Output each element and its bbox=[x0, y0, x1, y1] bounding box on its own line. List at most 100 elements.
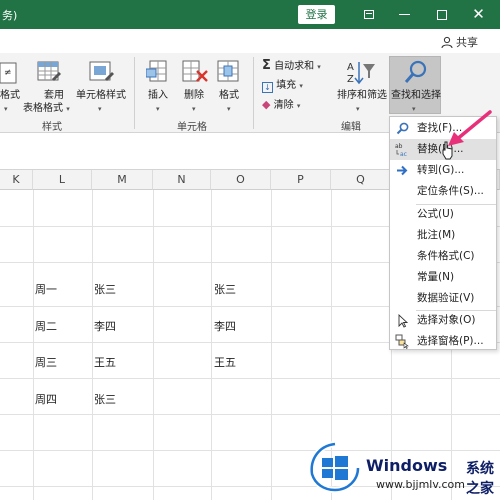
arrow-right-icon bbox=[397, 165, 408, 176]
menu-item-label: 批注(M) bbox=[417, 229, 456, 241]
chevron-down-icon: ▾ bbox=[192, 105, 196, 113]
menu-item-goto-special[interactable]: 定位条件(S)... bbox=[390, 181, 496, 202]
cell-L-row1[interactable]: 周一 bbox=[35, 281, 57, 297]
watermark-brand: Windows bbox=[366, 456, 448, 475]
cell-M-row2[interactable]: 李四 bbox=[94, 318, 116, 334]
close-button[interactable]: ✕ bbox=[462, 0, 495, 29]
chevron-down-icon: ▾ bbox=[156, 105, 160, 113]
table-format-line2: 表格格式 bbox=[23, 103, 63, 114]
minimize-icon bbox=[399, 13, 410, 16]
fill-label: 填充 bbox=[276, 80, 297, 91]
maximize-icon bbox=[436, 9, 447, 20]
format-cells-icon bbox=[217, 60, 239, 82]
sort-filter-icon: A Z bbox=[347, 62, 375, 85]
cursor-icon bbox=[398, 313, 409, 328]
menu-item-label: 公式(U) bbox=[417, 208, 454, 220]
chevron-down-icon: ▾ bbox=[296, 102, 301, 110]
svg-text:≠: ≠ bbox=[4, 68, 12, 78]
menu-item-formulas[interactable]: 公式(U) bbox=[390, 204, 496, 225]
svg-text:ac: ac bbox=[400, 151, 407, 157]
group-divider bbox=[253, 57, 254, 129]
sort-filter-button[interactable]: 排序和筛选 bbox=[337, 89, 387, 102]
gridline bbox=[271, 190, 272, 500]
insert-cells-icon bbox=[146, 60, 167, 82]
chevron-down-icon: ▾ bbox=[227, 105, 231, 113]
mouse-pointer-icon bbox=[442, 141, 453, 160]
table-format-button[interactable]: 表格格式 ▾ bbox=[23, 102, 70, 116]
column-header-L[interactable]: L bbox=[33, 170, 92, 190]
column-header-P[interactable]: P bbox=[271, 170, 331, 190]
replace-icon: abac bbox=[395, 143, 407, 157]
chevron-down-icon: ▾ bbox=[98, 105, 102, 113]
clear-label: 清除 bbox=[273, 100, 294, 111]
menu-item-label: 定位条件(S)... bbox=[417, 185, 484, 197]
login-button[interactable]: 登录 bbox=[298, 5, 335, 24]
chevron-down-icon: ▾ bbox=[317, 63, 321, 71]
menu-item-comments[interactable]: 批注(M) bbox=[390, 225, 496, 246]
gridline bbox=[0, 414, 500, 415]
share-label: 共享 bbox=[456, 36, 478, 49]
column-header-O[interactable]: O bbox=[211, 170, 271, 190]
minimize-button[interactable] bbox=[388, 0, 421, 29]
gridline bbox=[92, 190, 93, 500]
cell-L-row3[interactable]: 周三 bbox=[35, 354, 57, 370]
close-icon: ✕ bbox=[472, 5, 485, 23]
watermark: Windows 系统之家 www.bjjmlv.com bbox=[304, 440, 500, 500]
autosum-button[interactable]: Σ 自动求和 ▾ bbox=[262, 59, 321, 74]
selection-pane-icon bbox=[395, 334, 409, 349]
menu-item-goto[interactable]: 转到(G)... bbox=[390, 160, 496, 181]
gridline bbox=[33, 190, 34, 500]
cell-O-row2[interactable]: 李四 bbox=[214, 318, 236, 334]
format-button[interactable]: 格式 bbox=[219, 89, 239, 102]
gridline bbox=[0, 378, 500, 379]
column-header-M[interactable]: M bbox=[92, 170, 153, 190]
gridline bbox=[153, 190, 154, 500]
group-divider bbox=[134, 57, 135, 129]
cell-O-row1[interactable]: 张三 bbox=[214, 281, 236, 297]
insert-button[interactable]: 插入 bbox=[148, 89, 168, 102]
cell-L-row2[interactable]: 周二 bbox=[35, 318, 57, 334]
magnifier-icon bbox=[404, 60, 427, 83]
table-format-line1[interactable]: 套用 bbox=[44, 89, 64, 102]
fill-down-icon: ↓ bbox=[262, 82, 273, 93]
conditional-format-button[interactable]: 格式 bbox=[0, 89, 20, 102]
delete-cells-icon bbox=[182, 60, 208, 82]
clear-button[interactable]: ◆ 清除 ▾ bbox=[262, 98, 300, 113]
menu-item-conditional-formatting[interactable]: 条件格式(C) bbox=[390, 246, 496, 267]
column-header-N[interactable]: N bbox=[153, 170, 211, 190]
menu-item-label: 数据验证(V) bbox=[417, 292, 475, 304]
menu-item-select-objects[interactable]: 选择对象(O) bbox=[390, 310, 496, 331]
cell-L-row4[interactable]: 周四 bbox=[35, 391, 57, 407]
cell-M-row1[interactable]: 张三 bbox=[94, 281, 116, 297]
chevron-down-icon: ▾ bbox=[356, 105, 360, 113]
cell-M-row3[interactable]: 王五 bbox=[94, 354, 116, 370]
menu-item-data-validation[interactable]: 数据验证(V) bbox=[390, 288, 496, 309]
gridline bbox=[211, 190, 212, 500]
windows-logo-icon bbox=[308, 441, 361, 494]
ribbon-display-options-button[interactable] bbox=[352, 0, 385, 29]
share-button[interactable]: 共享 bbox=[441, 34, 478, 50]
cell-M-row4[interactable]: 张三 bbox=[94, 391, 116, 407]
cell-O-row3[interactable]: 王五 bbox=[214, 354, 236, 370]
menu-item-selection-pane[interactable]: 选择窗格(P)... bbox=[390, 331, 496, 352]
watermark-url: www.bjjmlv.com bbox=[376, 478, 465, 491]
menu-item-constants[interactable]: 常量(N) bbox=[390, 267, 496, 288]
fill-button[interactable]: ↓ 填充 ▾ bbox=[262, 79, 303, 93]
svg-text:ab: ab bbox=[395, 143, 403, 150]
conditional-format-icon: ≠ bbox=[0, 62, 17, 84]
menu-item-label: 条件格式(C) bbox=[417, 250, 475, 262]
cell-styles-icon bbox=[89, 61, 114, 81]
search-icon bbox=[396, 122, 409, 135]
column-header-K[interactable]: K bbox=[0, 170, 33, 190]
column-header-Q[interactable]: Q bbox=[331, 170, 391, 190]
maximize-button[interactable] bbox=[425, 0, 458, 29]
menu-item-label: 常量(N) bbox=[417, 271, 455, 283]
share-row: 共享 bbox=[0, 29, 500, 53]
sigma-icon: Σ bbox=[262, 58, 271, 73]
delete-button[interactable]: 删除 bbox=[184, 89, 204, 102]
svg-text:A: A bbox=[347, 62, 354, 73]
table-format-icon bbox=[37, 61, 61, 81]
document-title: 务) bbox=[2, 9, 18, 22]
cell-styles-button[interactable]: 单元格样式 bbox=[76, 89, 126, 102]
chevron-down-icon: ▾ bbox=[412, 105, 416, 113]
